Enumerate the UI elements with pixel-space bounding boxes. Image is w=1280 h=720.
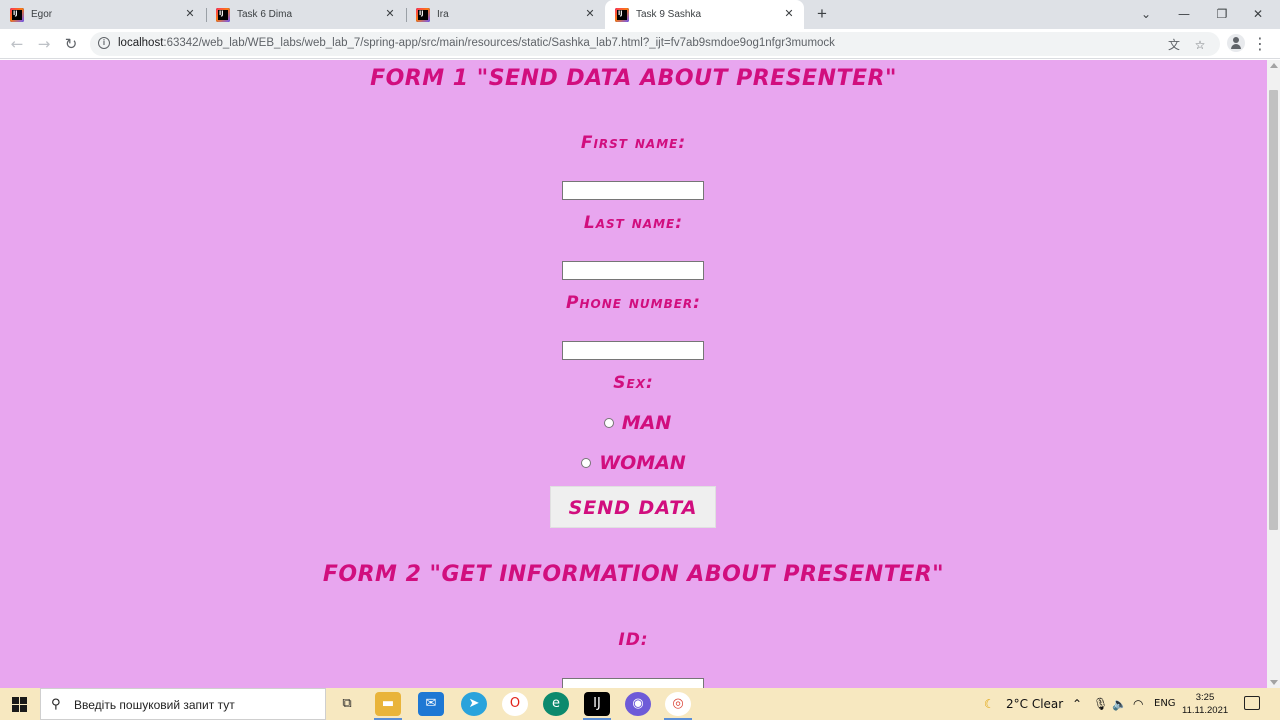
- back-arrow-icon[interactable]: ←: [6, 33, 28, 55]
- tab-search-icon[interactable]: ⌄: [1128, 0, 1164, 29]
- discord-icon[interactable]: ◉: [625, 692, 651, 716]
- intellij-icon: IJ: [416, 7, 430, 22]
- tab-strip: IJ Egor ✕ IJ Task 6 Dima ✕ IJ Ira ✕ IJ T…: [0, 0, 1280, 29]
- sex-option-woman[interactable]: WOMAN: [0, 452, 1267, 474]
- scroll-up-arrow-icon[interactable]: [1270, 63, 1278, 68]
- menu-dots-icon[interactable]: ⋮: [1252, 33, 1268, 55]
- taskbar-search-box[interactable]: ⚲ Введіть пошуковий запит тут: [40, 688, 326, 720]
- id-input[interactable]: [562, 678, 704, 688]
- profile-avatar-icon[interactable]: [1227, 34, 1245, 52]
- last-name-label: Last name:: [583, 213, 684, 233]
- windows-taskbar: ⚲ Введіть пошуковий запит тут ⧉ ▬ ✉ ➤ O …: [0, 688, 1280, 720]
- tab-task-6-dima[interactable]: IJ Task 6 Dima ✕: [206, 0, 405, 29]
- bookmark-star-icon[interactable]: ☆: [1192, 37, 1208, 53]
- tab-ira[interactable]: IJ Ira ✕: [406, 0, 605, 29]
- close-icon[interactable]: ✕: [183, 7, 197, 21]
- windows-start-icon[interactable]: [12, 697, 27, 712]
- edge-icon[interactable]: e: [543, 692, 569, 716]
- tab-task-9-sashka[interactable]: IJ Task 9 Sashka ✕: [605, 0, 804, 29]
- task-view-icon[interactable]: ⧉: [334, 692, 360, 716]
- send-data-button[interactable]: SEND DATA: [550, 486, 716, 528]
- search-icon: ⚲: [51, 697, 61, 712]
- radio-woman-label: WOMAN: [599, 452, 686, 474]
- file-explorer-icon[interactable]: ▬: [375, 692, 401, 716]
- taskbar-clock[interactable]: 3:25 11.11.2021: [1182, 691, 1228, 717]
- radio-man-label: MAN: [621, 412, 672, 434]
- tab-title: Ira: [437, 9, 449, 20]
- browser-toolbar: ← → ↻ i localhost:63342/web_lab/WEB_labs…: [0, 29, 1280, 59]
- translate-icon[interactable]: 文: [1166, 37, 1182, 53]
- address-bar[interactable]: i localhost:63342/web_lab/WEB_labs/web_l…: [90, 32, 1220, 56]
- tab-title: Task 6 Dima: [237, 9, 293, 20]
- close-icon[interactable]: ✕: [583, 7, 597, 21]
- weather-moon-icon: ☾: [984, 697, 995, 711]
- taskbar-search-placeholder: Введіть пошуковий запит тут: [74, 698, 235, 712]
- clock-date: 11.11.2021: [1182, 705, 1229, 716]
- minimize-icon[interactable]: —: [1166, 0, 1202, 29]
- scroll-down-arrow-icon[interactable]: [1270, 680, 1278, 685]
- scrollbar-thumb[interactable]: [1269, 90, 1278, 530]
- volume-icon[interactable]: 🔈: [1112, 688, 1127, 720]
- reload-icon[interactable]: ↻: [60, 33, 82, 55]
- close-icon[interactable]: ✕: [782, 7, 796, 21]
- intellij-taskbar-icon[interactable]: IJ: [584, 692, 610, 716]
- forward-arrow-icon[interactable]: →: [33, 33, 55, 55]
- clock-time: 3:25: [1195, 692, 1215, 703]
- form1-title: FORM 1 "SEND DATA ABOUT PRESENTER": [370, 66, 897, 91]
- tray-chevron-up-icon[interactable]: ⌃: [1072, 688, 1082, 720]
- last-name-input[interactable]: [562, 261, 704, 280]
- phone-number-input[interactable]: [562, 341, 704, 360]
- radio-woman[interactable]: [581, 458, 592, 468]
- phone-number-label: Phone number:: [566, 293, 701, 313]
- site-info-icon[interactable]: i: [98, 37, 110, 49]
- mail-icon[interactable]: ✉: [418, 692, 444, 716]
- intellij-icon: IJ: [10, 7, 24, 22]
- microphone-icon[interactable]: 🎙: [1093, 688, 1108, 720]
- wifi-icon[interactable]: ◠: [1133, 688, 1143, 720]
- first-name-input[interactable]: [562, 181, 704, 200]
- sex-label: Sex:: [613, 373, 654, 393]
- new-tab-button[interactable]: +: [812, 4, 832, 24]
- first-name-label: First name:: [580, 133, 687, 153]
- intellij-icon: IJ: [216, 7, 230, 22]
- form2-title: FORM 2 "GET INFORMATION ABOUT PRESENTER": [322, 562, 945, 587]
- weather-text[interactable]: 2°C Clear: [1006, 688, 1063, 720]
- url-text[interactable]: localhost:63342/web_lab/WEB_labs/web_lab…: [118, 37, 835, 49]
- tab-egor[interactable]: IJ Egor ✕: [0, 0, 205, 29]
- radio-man[interactable]: [603, 418, 614, 428]
- intellij-icon: IJ: [615, 7, 629, 22]
- chrome-icon[interactable]: ◎: [665, 692, 691, 716]
- maximize-icon[interactable]: ❐: [1204, 0, 1240, 29]
- page-viewport: FORM 1 "SEND DATA ABOUT PRESENTER" First…: [0, 60, 1267, 688]
- id-label: ID:: [618, 630, 649, 650]
- telegram-icon[interactable]: ➤: [461, 692, 487, 716]
- opera-icon[interactable]: O: [502, 692, 528, 716]
- language-indicator[interactable]: ENG: [1154, 688, 1176, 720]
- tab-title: Egor: [31, 9, 53, 20]
- tab-title: Task 9 Sashka: [636, 9, 702, 20]
- notification-icon[interactable]: [1244, 696, 1260, 710]
- page-scrollbar[interactable]: [1267, 60, 1280, 688]
- close-window-icon[interactable]: ✕: [1240, 0, 1276, 29]
- close-icon[interactable]: ✕: [383, 7, 397, 21]
- sex-option-man[interactable]: MAN: [0, 412, 1267, 434]
